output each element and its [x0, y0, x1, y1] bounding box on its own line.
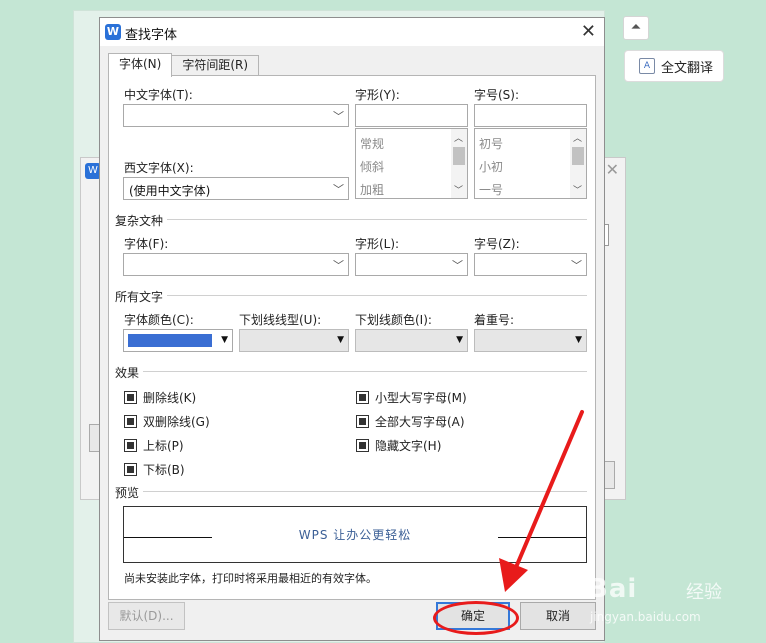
- annotation-arrow: [499, 410, 584, 592]
- tab-font[interactable]: 字体(N): [108, 53, 173, 77]
- watermark-url: jingyan.baidu.com: [590, 610, 701, 624]
- watermark-suffix: 经验: [686, 582, 722, 603]
- baidu-watermark: Bai 经验 jingyan.baidu.com: [588, 570, 738, 640]
- annotation-highlight-ellipse: [433, 601, 519, 635]
- watermark-brand: Bai: [588, 574, 638, 604]
